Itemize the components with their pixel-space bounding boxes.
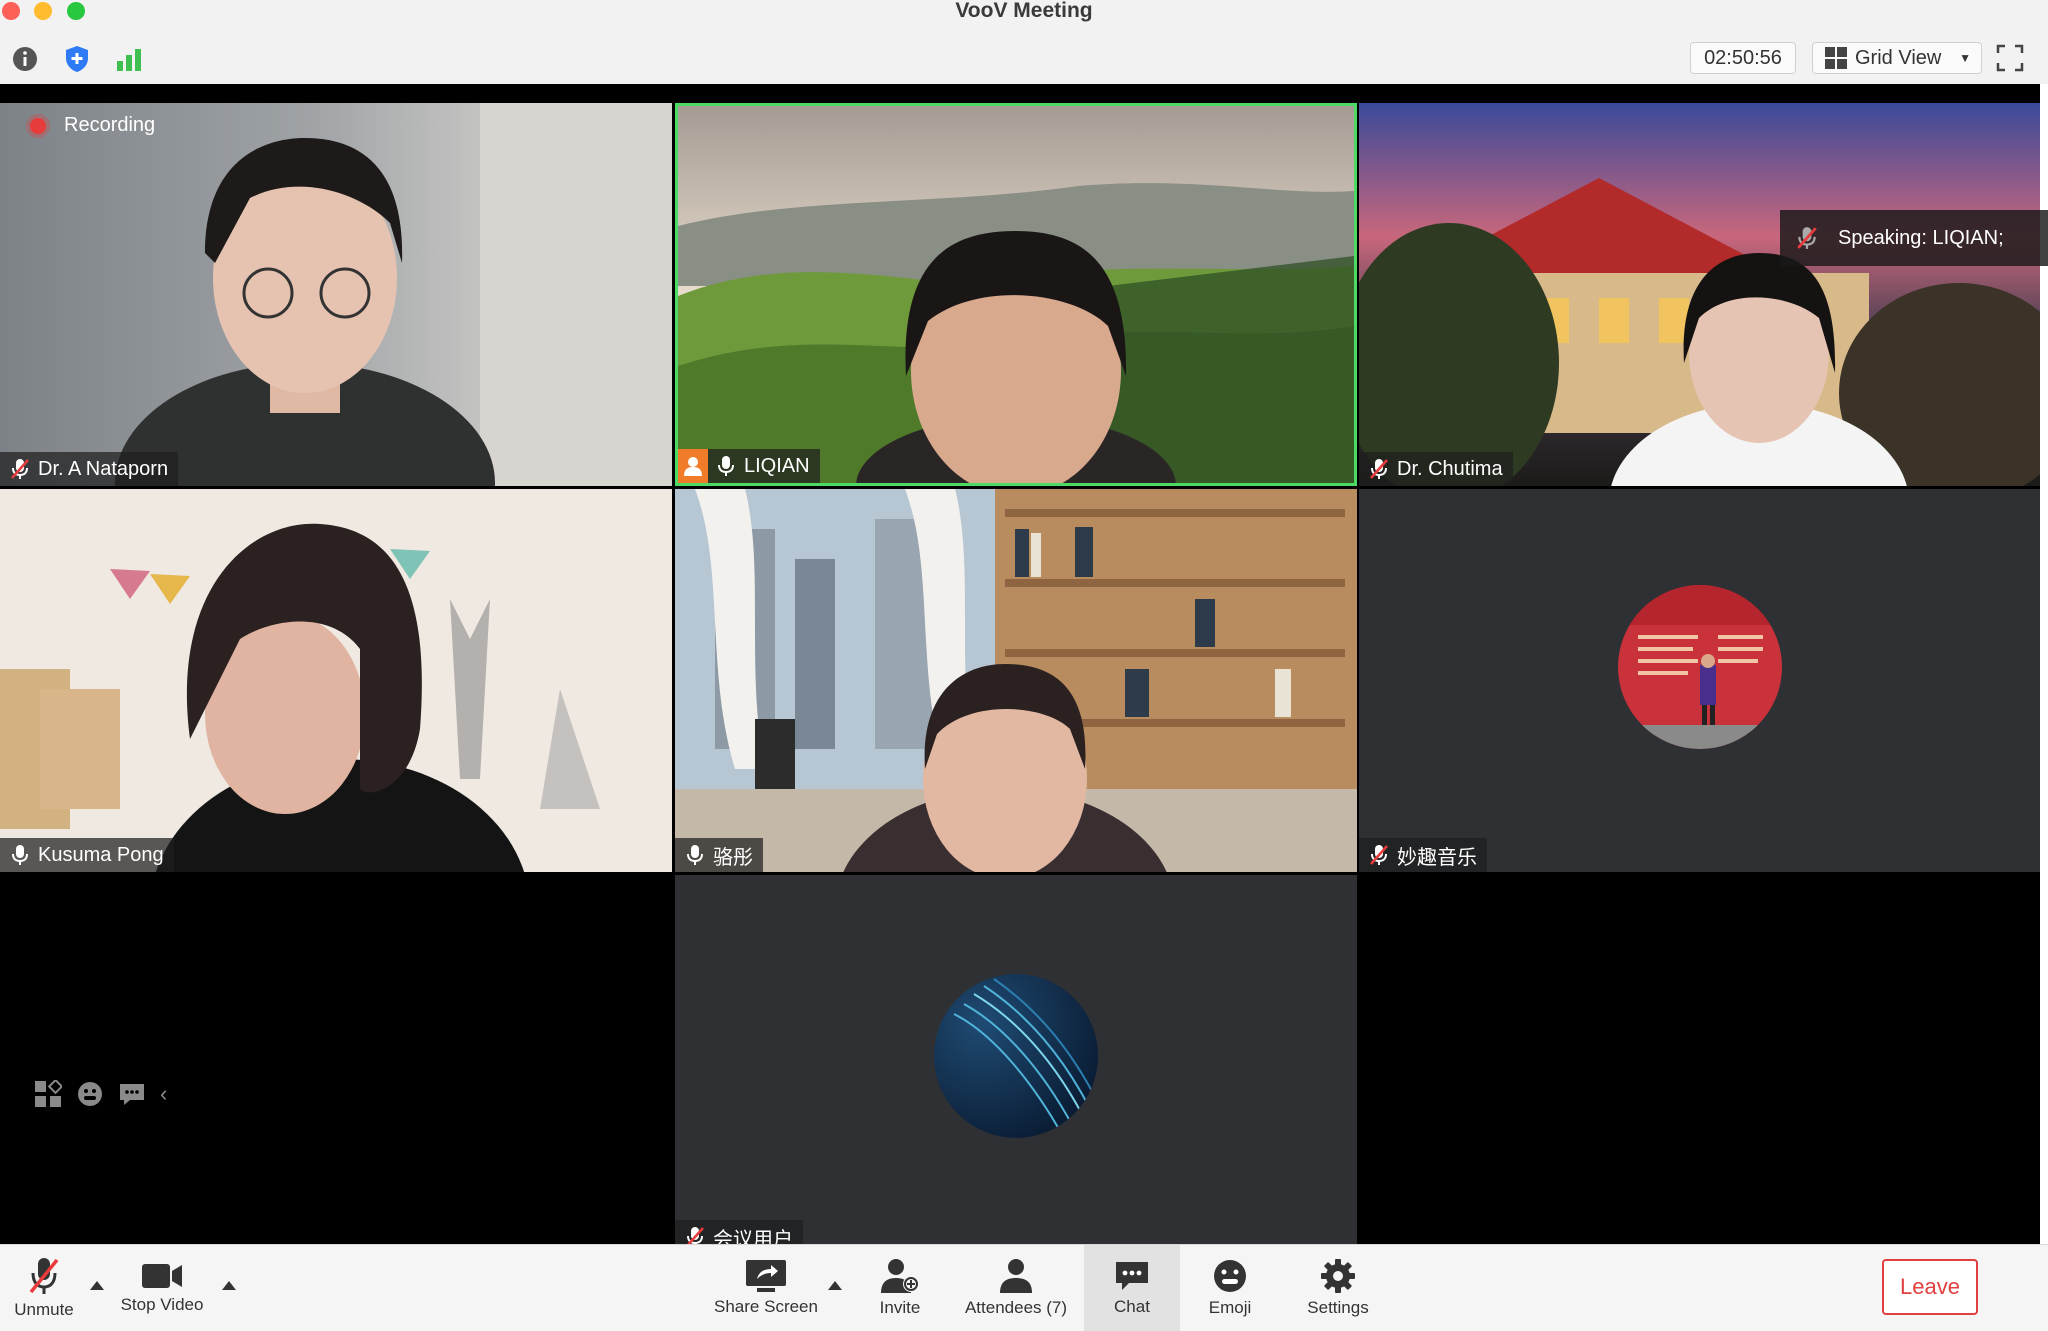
participant-name-tag: 骆彤 [675, 838, 763, 872]
invite-label: Invite [879, 1298, 921, 1317]
participant-name: Kusuma Pong [38, 843, 164, 866]
participant-name: 妙趣音乐 [1397, 846, 1477, 869]
participant-name: Dr. Chutima [1397, 457, 1503, 480]
video-tile-participant-4[interactable]: Kusuma Pong [0, 489, 672, 872]
chat-button[interactable]: Chat [1084, 1245, 1180, 1331]
participant-video [0, 489, 672, 872]
mic-muted-icon [29, 1258, 59, 1294]
emoji-icon [1214, 1260, 1246, 1292]
settings-label: Settings [1307, 1298, 1369, 1317]
mic-muted-icon [1370, 845, 1388, 865]
attendees-button[interactable]: Attendees (7) [958, 1245, 1074, 1331]
participant-name: 会议用户 [713, 1228, 793, 1245]
window-title: VooV Meeting [955, 0, 1093, 22]
invite-button[interactable]: Invite [862, 1245, 938, 1331]
unmute-label: Unmute [14, 1300, 74, 1319]
video-tile-participant-7[interactable]: 会议用户 [675, 875, 1357, 1244]
video-tile-participant-2[interactable]: LIQIAN [675, 103, 1357, 486]
participant-name: 骆彤 [713, 846, 753, 869]
share-screen-label: Share Screen [714, 1297, 818, 1316]
mic-muted-icon [1797, 227, 1817, 249]
participant-name-tag: Kusuma Pong [0, 838, 174, 872]
participant-name: Dr. A Nataporn [38, 457, 169, 480]
avatar [934, 974, 1098, 1138]
meeting-controls-bar: Unmute Stop Video Share Screen Invite At… [0, 1244, 2048, 1331]
audio-options-chevron-up-icon[interactable] [90, 1281, 104, 1290]
share-options-chevron-up-icon[interactable] [828, 1281, 842, 1290]
signal-bars-icon[interactable] [114, 44, 144, 74]
participant-video [678, 106, 1354, 483]
info-icon[interactable] [10, 44, 40, 74]
emoji-label: Emoji [1208, 1298, 1252, 1317]
host-badge-icon [678, 449, 708, 483]
leave-button[interactable]: Leave [1882, 1259, 1978, 1315]
participant-name-tag: Dr. Chutima [1359, 452, 1513, 486]
mic-on-icon [718, 456, 734, 476]
emoji-button[interactable]: Emoji [1192, 1245, 1268, 1331]
floating-controls: ‹ [34, 1080, 167, 1108]
mic-on-icon [687, 845, 703, 865]
participant-name-tag: 妙趣音乐 [1359, 838, 1487, 872]
speaking-text: Speaking: LIQIAN; [1838, 226, 2004, 249]
video-camera-icon [142, 1264, 182, 1288]
chat-bubble-icon [1116, 1262, 1148, 1290]
avatar [1618, 585, 1782, 749]
title-bar: VooV Meeting [0, 0, 2048, 30]
settings-button[interactable]: Settings [1292, 1245, 1384, 1331]
recording-indicator: Recording [30, 114, 155, 137]
video-options-chevron-up-icon[interactable] [222, 1281, 236, 1290]
invite-user-icon [881, 1259, 919, 1293]
recording-dot-icon [30, 117, 46, 134]
attendees-label: Attendees (7) [964, 1298, 1068, 1317]
chat-label: Chat [1114, 1297, 1150, 1316]
apps-icon[interactable] [34, 1080, 62, 1108]
meeting-timer: 02:50:56 [1690, 42, 1796, 74]
fullscreen-icon[interactable] [1996, 44, 2024, 72]
stop-video-label: Stop Video [120, 1295, 204, 1314]
unmute-button[interactable]: Unmute [6, 1245, 82, 1331]
chat-bubble-icon[interactable] [118, 1080, 146, 1108]
participant-name-tag: Dr. A Nataporn [0, 452, 179, 486]
view-mode-label: Grid View [1855, 46, 1942, 69]
chevron-down-icon: ▼ [1959, 51, 1971, 65]
stop-video-button[interactable]: Stop Video [114, 1245, 210, 1331]
participant-video [115, 103, 672, 486]
attendees-icon [1000, 1259, 1032, 1293]
participant-video [675, 489, 1357, 872]
mic-muted-icon [1370, 459, 1388, 479]
participant-name-tag: LIQIAN [678, 449, 820, 483]
share-screen-icon [746, 1260, 786, 1292]
video-tile-participant-6[interactable]: 妙趣音乐 [1359, 489, 2040, 872]
participant-name: LIQIAN [744, 454, 810, 477]
video-tile-participant-1[interactable]: Dr. A Nataporn [0, 103, 672, 486]
video-tile-participant-3[interactable]: Dr. Chutima [1359, 103, 2040, 486]
participant-video [1359, 103, 2040, 486]
mic-muted-icon [687, 1227, 704, 1244]
speaking-indicator: Speaking: LIQIAN; [1780, 210, 2048, 266]
participant-name-tag: 会议用户 [675, 1220, 803, 1244]
mic-on-icon [12, 845, 28, 865]
grid-icon [1825, 47, 1847, 69]
recording-label: Recording [64, 114, 156, 136]
emoji-icon[interactable] [76, 1080, 104, 1108]
shield-icon[interactable] [62, 44, 92, 74]
view-mode-dropdown[interactable]: Grid View ▼ [1812, 42, 1982, 74]
gear-icon [1321, 1259, 1355, 1293]
share-screen-button[interactable]: Share Screen [710, 1245, 822, 1331]
mic-muted-icon [11, 459, 29, 479]
video-tile-participant-5[interactable]: 骆彤 [675, 489, 1357, 872]
chevron-left-icon[interactable]: ‹ [160, 1081, 167, 1107]
meeting-toolbar: 02:50:56 Grid View ▼ [0, 30, 2048, 85]
